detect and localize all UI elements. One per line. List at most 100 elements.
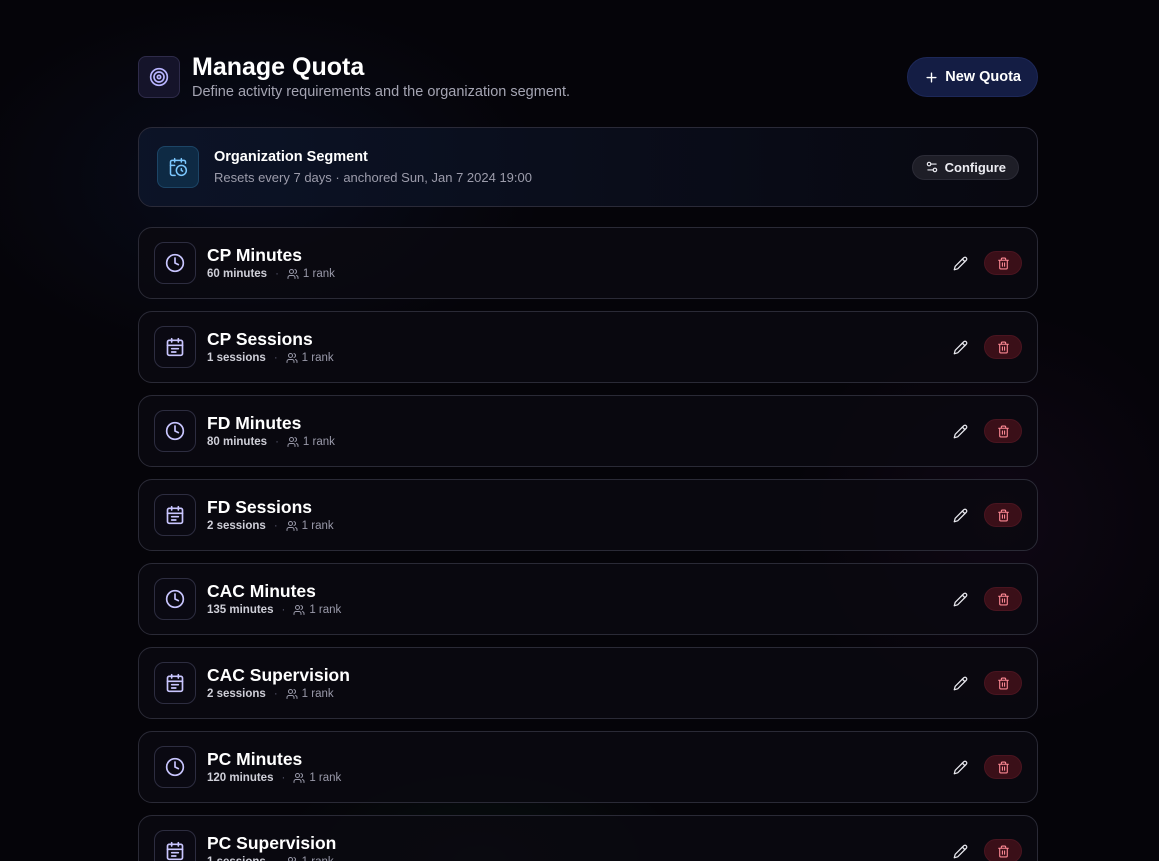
quota-list: CP Minutes 60 minutes · 1 rank CP Sessio… bbox=[138, 227, 1038, 861]
configure-button[interactable]: Configure bbox=[911, 154, 1019, 180]
segment-text: Organization Segment Resets every 7 days… bbox=[214, 149, 912, 185]
trash-icon bbox=[997, 425, 1009, 437]
quota-text: FD Sessions 2 sessions · 1 rank bbox=[207, 497, 946, 532]
trash-icon bbox=[997, 845, 1009, 857]
clock-icon bbox=[154, 242, 196, 284]
pencil-icon bbox=[953, 676, 967, 690]
delete-button[interactable] bbox=[984, 839, 1022, 861]
page-header: Manage Quota Define activity requirement… bbox=[138, 53, 1038, 127]
edit-button[interactable] bbox=[946, 669, 974, 697]
quota-text: CP Minutes 60 minutes · 1 rank bbox=[207, 244, 946, 280]
quota-actions bbox=[946, 837, 1022, 861]
quota-rank: 1 rank bbox=[293, 772, 341, 784]
edit-button[interactable] bbox=[946, 417, 974, 445]
delete-button[interactable] bbox=[984, 419, 1022, 443]
delete-button[interactable] bbox=[984, 503, 1022, 527]
users-icon bbox=[287, 436, 299, 447]
calendar-icon bbox=[154, 326, 196, 368]
meta-separator: · bbox=[273, 687, 278, 700]
quota-amount: 135 minutes bbox=[207, 603, 274, 616]
calendar-icon bbox=[154, 494, 196, 536]
meta-separator: · bbox=[275, 267, 279, 280]
quota-actions bbox=[946, 333, 1022, 361]
quota-amount: 1 sessions bbox=[207, 351, 266, 364]
quota-row: PC Supervision 1 sessions · 1 rank bbox=[138, 815, 1038, 861]
quota-amount: 80 minutes bbox=[207, 435, 268, 448]
users-icon bbox=[286, 520, 298, 531]
users-icon bbox=[293, 772, 305, 783]
page-subtitle: Define activity requirements and the org… bbox=[192, 84, 571, 100]
delete-button[interactable] bbox=[984, 671, 1022, 695]
pencil-icon bbox=[953, 760, 967, 774]
quota-text: PC Minutes 120 minutes · 1 rank bbox=[207, 749, 946, 784]
segment-description: Resets every 7 days · anchored Sun, Jan … bbox=[214, 170, 532, 185]
quota-rank-label: 1 rank bbox=[302, 856, 334, 861]
pencil-icon bbox=[953, 340, 967, 354]
trash-icon bbox=[997, 257, 1009, 269]
edit-button[interactable] bbox=[946, 585, 974, 613]
edit-button[interactable] bbox=[946, 333, 974, 361]
meta-separator: · bbox=[281, 603, 286, 616]
quota-title: CAC Minutes bbox=[207, 580, 316, 601]
quota-row: CP Sessions 1 sessions · 1 rank bbox=[138, 311, 1038, 383]
quota-rank: 1 rank bbox=[293, 604, 341, 616]
pencil-icon bbox=[953, 592, 967, 606]
quota-meta: 2 sessions · 1 rank bbox=[207, 688, 946, 700]
quota-text: PC Supervision 1 sessions · 1 rank bbox=[207, 832, 946, 861]
quota-row: FD Sessions 2 sessions · 1 rank bbox=[138, 479, 1038, 551]
target-icon bbox=[138, 56, 180, 98]
trash-icon bbox=[997, 677, 1009, 689]
quota-actions bbox=[946, 417, 1022, 445]
users-icon bbox=[287, 856, 296, 861]
delete-button[interactable] bbox=[984, 755, 1022, 779]
edit-button[interactable] bbox=[946, 249, 974, 277]
trash-icon bbox=[997, 509, 1009, 521]
quota-meta: 135 minutes · 1 rank bbox=[207, 604, 946, 616]
calendar-icon bbox=[154, 662, 196, 704]
quota-title: CP Sessions bbox=[207, 328, 313, 349]
quota-actions bbox=[946, 585, 1022, 613]
quota-row: PC Minutes 120 minutes · 1 rank bbox=[138, 731, 1038, 803]
configure-label: Configure bbox=[944, 159, 1006, 175]
quota-meta: 80 minutes · 1 rank bbox=[207, 436, 946, 448]
meta-separator: · bbox=[281, 771, 286, 784]
new-quota-label: New Quota bbox=[945, 69, 1021, 85]
delete-button[interactable] bbox=[984, 251, 1022, 275]
quota-amount: 1 sessions bbox=[207, 856, 266, 861]
quota-meta: 2 sessions · 1 rank bbox=[207, 520, 946, 532]
pencil-icon bbox=[953, 256, 967, 270]
delete-button[interactable] bbox=[984, 335, 1022, 359]
edit-button[interactable] bbox=[946, 753, 974, 781]
pencil-icon bbox=[953, 844, 967, 858]
quota-row: CAC Minutes 135 minutes · 1 rank bbox=[138, 563, 1038, 635]
quota-rank: 1 rank bbox=[287, 268, 335, 280]
quota-amount: 2 sessions bbox=[207, 519, 266, 532]
new-quota-button[interactable]: New Quota bbox=[907, 57, 1038, 97]
edit-button[interactable] bbox=[946, 501, 974, 529]
title-block: Manage Quota Define activity requirement… bbox=[192, 53, 571, 100]
quota-text: FD Minutes 80 minutes · 1 rank bbox=[207, 413, 946, 448]
quota-rank-label: 1 rank bbox=[301, 351, 334, 364]
quota-title: CP Minutes bbox=[207, 244, 302, 265]
quota-amount: 2 sessions bbox=[207, 687, 266, 700]
edit-button[interactable] bbox=[946, 837, 974, 861]
quota-text: CAC Minutes 135 minutes · 1 rank bbox=[207, 580, 946, 616]
page-title: Manage Quota bbox=[192, 53, 365, 81]
quota-title: PC Supervision bbox=[207, 832, 337, 853]
quota-rank-label: 1 rank bbox=[309, 771, 342, 784]
users-icon bbox=[286, 352, 298, 363]
delete-button[interactable] bbox=[984, 587, 1022, 611]
quota-row: FD Minutes 80 minutes · 1 rank bbox=[138, 395, 1038, 467]
trash-icon bbox=[997, 593, 1009, 605]
pencil-icon bbox=[953, 508, 967, 522]
quota-actions bbox=[946, 753, 1022, 781]
meta-separator: · bbox=[275, 435, 279, 448]
organization-segment-card: Organization Segment Resets every 7 days… bbox=[138, 127, 1038, 207]
quota-rank-label: 1 rank bbox=[301, 519, 334, 532]
quota-rank-label: 1 rank bbox=[309, 603, 342, 616]
quota-rank: 1 rank bbox=[286, 352, 334, 364]
meta-separator: · bbox=[273, 351, 278, 364]
quota-amount: 120 minutes bbox=[207, 771, 274, 784]
quota-rank: 1 rank bbox=[286, 856, 334, 861]
quota-rank-label: 1 rank bbox=[301, 687, 334, 700]
